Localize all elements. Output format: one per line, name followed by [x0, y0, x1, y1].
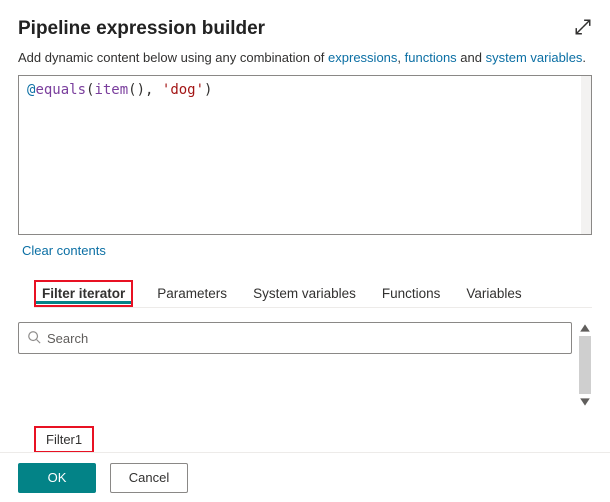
cancel-button[interactable]: Cancel	[110, 463, 188, 493]
expand-icon[interactable]	[574, 18, 592, 36]
tabs-underline	[34, 307, 592, 308]
tab-system-variables[interactable]: System variables	[251, 280, 358, 307]
hint-prefix: Add dynamic content below using any comb…	[18, 50, 328, 65]
link-system-variables[interactable]: system variables	[486, 50, 583, 65]
tab-filter-iterator[interactable]: Filter iterator	[34, 280, 133, 307]
scroll-thumb[interactable]	[579, 336, 591, 394]
ok-button[interactable]: OK	[18, 463, 96, 493]
tab-variables[interactable]: Variables	[464, 280, 523, 307]
scroll-up-icon[interactable]	[579, 322, 591, 334]
category-tabs: Filter iterator Parameters System variab…	[34, 280, 592, 307]
search-input[interactable]	[47, 331, 563, 346]
link-functions[interactable]: functions	[405, 50, 457, 65]
expression-editor[interactable]: @equals(item(), 'dog')	[18, 75, 592, 235]
tab-functions[interactable]: Functions	[380, 280, 443, 307]
search-box[interactable]	[18, 322, 572, 354]
results-scrollbar[interactable]	[578, 322, 592, 408]
footer-bar: OK Cancel	[0, 452, 610, 502]
scroll-down-icon[interactable]	[579, 396, 591, 408]
hint-text: Add dynamic content below using any comb…	[18, 50, 592, 65]
tab-parameters[interactable]: Parameters	[155, 280, 229, 307]
search-icon	[27, 330, 41, 347]
link-expressions[interactable]: expressions	[328, 50, 397, 65]
result-item-filter1[interactable]: Filter1	[34, 426, 94, 453]
clear-contents-link[interactable]: Clear contents	[22, 243, 106, 258]
page-title: Pipeline expression builder	[18, 18, 265, 40]
